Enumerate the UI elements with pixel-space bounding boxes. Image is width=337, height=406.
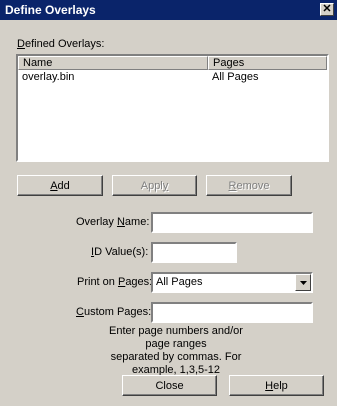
print-on-pages-label: Print on Pages: <box>77 276 152 288</box>
hint-line-1: Enter page numbers and/or page ranges <box>109 325 243 350</box>
chevron-down-icon[interactable] <box>295 274 311 291</box>
print-on-pages-select[interactable]: All Pages <box>151 272 313 293</box>
add-button[interactable]: Add <box>17 175 103 196</box>
custom-pages-hint: Enter page numbers and/or page ranges se… <box>96 325 257 377</box>
id-values-label-rest: D Value(s): <box>94 246 149 258</box>
add-button-mnemonic: A <box>50 179 58 192</box>
overlay-name-label-rest: ame: <box>124 216 150 228</box>
custom-pages-field[interactable] <box>151 302 313 323</box>
row-pages-cell[interactable]: All Pages <box>212 71 258 83</box>
remove-button-rest: emove <box>236 179 270 192</box>
overlays-list[interactable]: Name Pages overlay.bin All Pages <box>16 54 329 162</box>
print-on-pages-value: All Pages <box>156 276 203 288</box>
column-header-name-label: Name <box>23 57 53 69</box>
id-values-label: ID Value(s): <box>91 246 148 258</box>
custom-pages-label-rest: ustom Pages: <box>83 306 152 318</box>
remove-button[interactable]: Remove <box>206 175 292 196</box>
column-header-pages[interactable]: Pages <box>208 56 327 70</box>
help-button-mnemonic: H <box>265 379 274 392</box>
close-dialog-button[interactable]: Close <box>122 375 217 396</box>
overlay-name-label: Overlay Name: <box>76 216 149 228</box>
add-button-rest: dd <box>57 179 70 192</box>
column-header-pages-label: Pages <box>213 57 245 69</box>
overlay-name-label-prefix: Overlay <box>76 216 117 228</box>
hint-line-2: separated by commas. For example, 1,3,5-… <box>110 351 242 376</box>
overlay-name-label-mnemonic: N <box>116 216 125 228</box>
custom-pages-label-mnemonic: C <box>76 306 84 318</box>
column-header-name[interactable]: Name <box>18 56 208 70</box>
defined-overlays-label-mnemonic: D <box>17 38 25 50</box>
window-title: Define Overlays <box>5 3 96 17</box>
help-button-rest: elp <box>273 379 288 392</box>
apply-button-prefix: Appl <box>140 179 163 192</box>
print-on-pages-label-rest: ages: <box>125 276 153 288</box>
defined-overlays-label: Defined Overlays: <box>17 38 104 50</box>
id-values-field[interactable] <box>151 242 237 263</box>
defined-overlays-label-rest: efined Overlays: <box>24 38 105 50</box>
custom-pages-label: Custom Pages: <box>76 306 151 318</box>
remove-button-mnemonic: R <box>228 179 237 192</box>
overlay-name-field[interactable] <box>151 212 313 233</box>
row-name-cell[interactable]: overlay.bin <box>22 71 74 83</box>
apply-button-mnemonic: y <box>162 179 169 192</box>
close-icon: ✕ <box>322 3 332 15</box>
print-on-pages-label-prefix: Print on <box>77 276 118 288</box>
apply-button[interactable]: Appl y <box>112 175 197 196</box>
close-button[interactable]: ✕ <box>320 3 334 16</box>
help-button[interactable]: Help <box>229 375 324 396</box>
